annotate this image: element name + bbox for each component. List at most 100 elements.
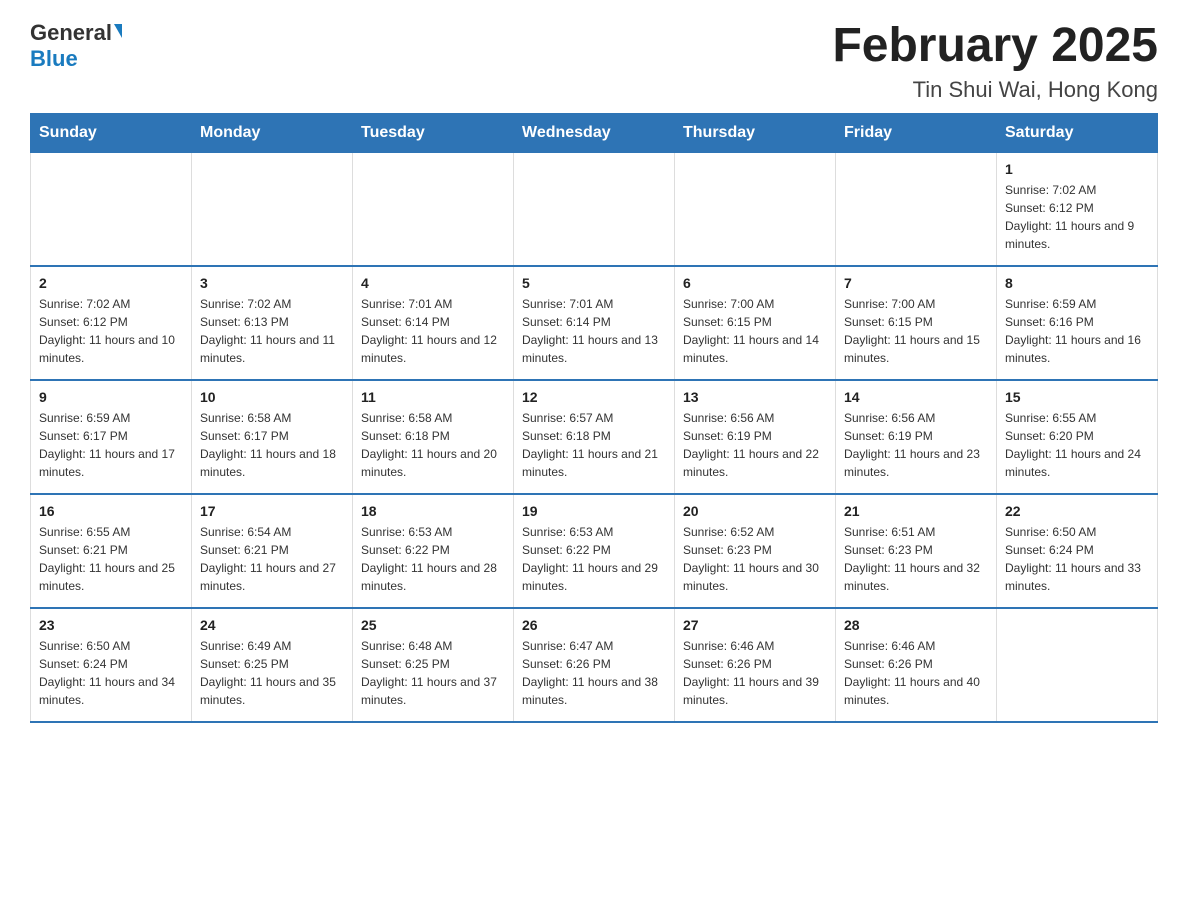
day-cell	[31, 152, 192, 266]
day-cell: 2 Sunrise: 7:02 AMSunset: 6:12 PMDaylight…	[31, 266, 192, 380]
day-number: 9	[39, 389, 183, 405]
day-number: 2	[39, 275, 183, 291]
logo-general-text: General	[30, 20, 112, 46]
weekday-header-tuesday: Tuesday	[353, 113, 514, 152]
day-info: Sunrise: 6:50 AMSunset: 6:24 PMDaylight:…	[1005, 523, 1149, 595]
day-number: 19	[522, 503, 666, 519]
day-cell	[514, 152, 675, 266]
week-row-5: 23Sunrise: 6:50 AMSunset: 6:24 PMDayligh…	[31, 608, 1158, 722]
day-number: 22	[1005, 503, 1149, 519]
day-number: 8	[1005, 275, 1149, 291]
day-number: 28	[844, 617, 988, 633]
day-cell: 16 Sunrise: 6:55 AMSunset: 6:21 PMDayligh…	[31, 494, 192, 608]
day-info: Sunrise: 6:55 AMSunset: 6:21 PMDaylight:…	[39, 523, 183, 595]
day-info: Sunrise: 6:56 AMSunset: 6:19 PMDaylight:…	[844, 409, 988, 481]
logo: General Blue	[30, 20, 122, 72]
day-number: 13	[683, 389, 827, 405]
day-cell: 10Sunrise: 6:58 AMSunset: 6:17 PMDayligh…	[192, 380, 353, 494]
logo-blue-text: Blue	[30, 46, 78, 72]
week-row-1: 1 Sunrise: 7:02 AMSunset: 6:12 PMDaylight…	[31, 152, 1158, 266]
day-info: Sunrise: 6:50 AMSunset: 6:24 PMDaylight:…	[39, 637, 183, 709]
day-cell: 26Sunrise: 6:47 AMSunset: 6:26 PMDayligh…	[514, 608, 675, 722]
page-header: General Blue February 2025 Tin Shui Wai,…	[30, 20, 1158, 103]
day-cell: 5Sunrise: 7:01 AMSunset: 6:14 PMDaylight…	[514, 266, 675, 380]
day-info: Sunrise: 7:02 AMSunset: 6:12 PMDaylight:…	[39, 295, 183, 367]
day-cell	[353, 152, 514, 266]
day-cell: 25 Sunrise: 6:48 AMSunset: 6:25 PMDayligh…	[353, 608, 514, 722]
day-cell: 22 Sunrise: 6:50 AMSunset: 6:24 PMDayligh…	[997, 494, 1158, 608]
day-number: 7	[844, 275, 988, 291]
weekday-header-monday: Monday	[192, 113, 353, 152]
day-info: Sunrise: 7:00 AMSunset: 6:15 PMDaylight:…	[683, 295, 827, 367]
week-row-2: 2 Sunrise: 7:02 AMSunset: 6:12 PMDaylight…	[31, 266, 1158, 380]
day-info: Sunrise: 6:46 AMSunset: 6:26 PMDaylight:…	[844, 637, 988, 709]
day-number: 24	[200, 617, 344, 633]
day-info: Sunrise: 6:59 AMSunset: 6:16 PMDaylight:…	[1005, 295, 1149, 367]
day-number: 10	[200, 389, 344, 405]
weekday-header-friday: Friday	[836, 113, 997, 152]
day-info: Sunrise: 6:56 AMSunset: 6:19 PMDaylight:…	[683, 409, 827, 481]
day-number: 1	[1005, 161, 1149, 177]
weekday-header-row: SundayMondayTuesdayWednesdayThursdayFrid…	[31, 113, 1158, 152]
day-number: 18	[361, 503, 505, 519]
day-cell: 28 Sunrise: 6:46 AMSunset: 6:26 PMDayligh…	[836, 608, 997, 722]
day-cell: 4Sunrise: 7:01 AMSunset: 6:14 PMDaylight…	[353, 266, 514, 380]
day-info: Sunrise: 6:51 AMSunset: 6:23 PMDaylight:…	[844, 523, 988, 595]
day-cell: 21 Sunrise: 6:51 AMSunset: 6:23 PMDayligh…	[836, 494, 997, 608]
day-info: Sunrise: 6:53 AMSunset: 6:22 PMDaylight:…	[361, 523, 505, 595]
day-number: 21	[844, 503, 988, 519]
title-section: February 2025 Tin Shui Wai, Hong Kong	[832, 20, 1158, 103]
day-number: 12	[522, 389, 666, 405]
weekday-header-sunday: Sunday	[31, 113, 192, 152]
day-info: Sunrise: 6:54 AMSunset: 6:21 PMDaylight:…	[200, 523, 344, 595]
day-cell: 18 Sunrise: 6:53 AMSunset: 6:22 PMDayligh…	[353, 494, 514, 608]
day-info: Sunrise: 6:55 AMSunset: 6:20 PMDaylight:…	[1005, 409, 1149, 481]
week-row-3: 9 Sunrise: 6:59 AMSunset: 6:17 PMDaylight…	[31, 380, 1158, 494]
day-cell: 9 Sunrise: 6:59 AMSunset: 6:17 PMDaylight…	[31, 380, 192, 494]
day-info: Sunrise: 7:01 AMSunset: 6:14 PMDaylight:…	[361, 295, 505, 367]
day-number: 11	[361, 389, 505, 405]
day-info: Sunrise: 7:02 AMSunset: 6:13 PMDaylight:…	[200, 295, 344, 367]
day-cell: 11 Sunrise: 6:58 AMSunset: 6:18 PMDayligh…	[353, 380, 514, 494]
day-info: Sunrise: 6:52 AMSunset: 6:23 PMDaylight:…	[683, 523, 827, 595]
day-cell: 20 Sunrise: 6:52 AMSunset: 6:23 PMDayligh…	[675, 494, 836, 608]
logo-triangle-icon	[114, 24, 122, 38]
day-cell	[192, 152, 353, 266]
day-info: Sunrise: 6:53 AMSunset: 6:22 PMDaylight:…	[522, 523, 666, 595]
day-cell	[836, 152, 997, 266]
day-number: 16	[39, 503, 183, 519]
day-cell: 14 Sunrise: 6:56 AMSunset: 6:19 PMDayligh…	[836, 380, 997, 494]
day-cell	[997, 608, 1158, 722]
calendar-subtitle: Tin Shui Wai, Hong Kong	[832, 77, 1158, 103]
day-cell: 7 Sunrise: 7:00 AMSunset: 6:15 PMDaylight…	[836, 266, 997, 380]
day-number: 20	[683, 503, 827, 519]
day-info: Sunrise: 6:46 AMSunset: 6:26 PMDaylight:…	[683, 637, 827, 709]
day-info: Sunrise: 7:00 AMSunset: 6:15 PMDaylight:…	[844, 295, 988, 367]
calendar-table: SundayMondayTuesdayWednesdayThursdayFrid…	[30, 113, 1158, 723]
day-number: 26	[522, 617, 666, 633]
day-cell: 23Sunrise: 6:50 AMSunset: 6:24 PMDayligh…	[31, 608, 192, 722]
day-cell: 8 Sunrise: 6:59 AMSunset: 6:16 PMDaylight…	[997, 266, 1158, 380]
day-cell: 3 Sunrise: 7:02 AMSunset: 6:13 PMDaylight…	[192, 266, 353, 380]
day-number: 3	[200, 275, 344, 291]
day-info: Sunrise: 6:58 AMSunset: 6:18 PMDaylight:…	[361, 409, 505, 481]
day-cell: 17 Sunrise: 6:54 AMSunset: 6:21 PMDayligh…	[192, 494, 353, 608]
week-row-4: 16 Sunrise: 6:55 AMSunset: 6:21 PMDayligh…	[31, 494, 1158, 608]
day-cell	[675, 152, 836, 266]
day-cell: 15 Sunrise: 6:55 AMSunset: 6:20 PMDayligh…	[997, 380, 1158, 494]
weekday-header-wednesday: Wednesday	[514, 113, 675, 152]
day-cell: 1 Sunrise: 7:02 AMSunset: 6:12 PMDaylight…	[997, 152, 1158, 266]
day-cell: 27Sunrise: 6:46 AMSunset: 6:26 PMDayligh…	[675, 608, 836, 722]
day-number: 17	[200, 503, 344, 519]
day-cell: 24Sunrise: 6:49 AMSunset: 6:25 PMDayligh…	[192, 608, 353, 722]
day-cell: 12Sunrise: 6:57 AMSunset: 6:18 PMDayligh…	[514, 380, 675, 494]
day-number: 5	[522, 275, 666, 291]
day-info: Sunrise: 6:59 AMSunset: 6:17 PMDaylight:…	[39, 409, 183, 481]
day-number: 15	[1005, 389, 1149, 405]
day-cell: 6Sunrise: 7:00 AMSunset: 6:15 PMDaylight…	[675, 266, 836, 380]
day-number: 25	[361, 617, 505, 633]
day-info: Sunrise: 7:02 AMSunset: 6:12 PMDaylight:…	[1005, 181, 1149, 253]
day-info: Sunrise: 6:48 AMSunset: 6:25 PMDaylight:…	[361, 637, 505, 709]
weekday-header-thursday: Thursday	[675, 113, 836, 152]
day-number: 14	[844, 389, 988, 405]
